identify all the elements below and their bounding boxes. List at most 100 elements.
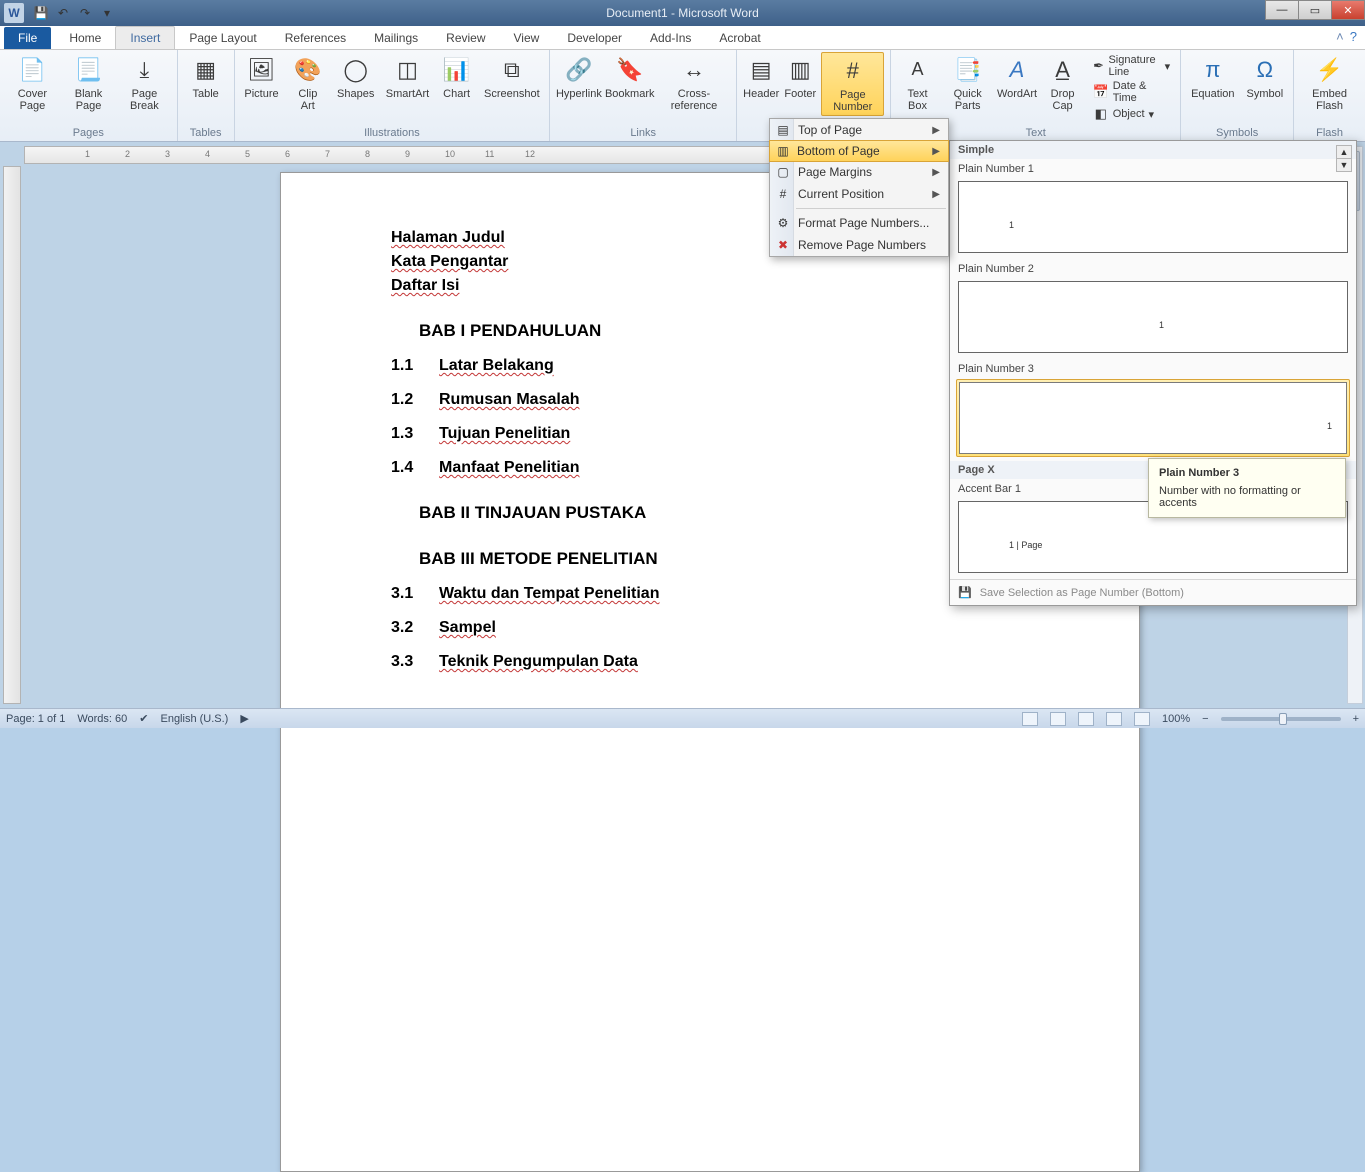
window-title: Document1 - Microsoft Word — [0, 6, 1365, 20]
menu-remove-page-numbers[interactable]: ✖Remove Page Numbers — [770, 234, 948, 256]
doc-heading: BAB I PENDAHULUAN — [419, 321, 1029, 341]
zoom-slider[interactable] — [1221, 717, 1341, 721]
menu-format-page-numbers[interactable]: ⚙Format Page Numbers... — [770, 212, 948, 234]
gallery-scroll-up[interactable]: ▲ — [1336, 145, 1352, 159]
status-page[interactable]: Page: 1 of 1 — [6, 713, 65, 725]
zoom-out-button[interactable]: − — [1202, 713, 1208, 725]
page-break-button[interactable]: ⤓Page Break — [118, 52, 170, 114]
page-number-button[interactable]: #Page Number — [821, 52, 884, 116]
tab-file[interactable]: File — [4, 27, 51, 49]
help-icon[interactable]: ? — [1350, 29, 1357, 44]
menu-bottom-of-page[interactable]: ▥Bottom of Page▶ — [769, 140, 949, 162]
redo-icon[interactable]: ↷ — [76, 4, 94, 22]
blank-page-button[interactable]: 📃Blank Page — [63, 52, 114, 114]
picture-button[interactable]: 🖼Picture — [241, 52, 283, 102]
signature-line-button[interactable]: ✒Signature Line ▾ — [1093, 54, 1170, 78]
tab-mailings[interactable]: Mailings — [360, 27, 432, 49]
quick-access-toolbar: 💾 ↶ ↷ ▾ — [28, 4, 116, 22]
date-time-button[interactable]: 📅Date & Time — [1093, 80, 1170, 104]
gallery-item-label: Plain Number 3 — [950, 359, 1356, 377]
gallery-plain-number-1[interactable]: 1 — [958, 181, 1348, 253]
screenshot-button[interactable]: ⧉Screenshot — [480, 52, 543, 102]
group-symbols: πEquation ΩSymbol Symbols — [1181, 50, 1294, 141]
menu-page-margins[interactable]: ▢Page Margins▶ — [770, 161, 948, 183]
dropcap-button[interactable]: A̲Drop Cap — [1040, 52, 1084, 114]
bookmark-button[interactable]: 🔖Bookmark — [606, 52, 654, 102]
symbol-button[interactable]: ΩSymbol — [1243, 52, 1288, 102]
textbox-button[interactable]: AText Box — [897, 52, 937, 114]
group-tables: ▦Table Tables — [178, 50, 235, 141]
group-flash: ⚡Embed Flash Flash — [1294, 50, 1365, 141]
tab-page-layout[interactable]: Page Layout — [175, 27, 270, 49]
ribbon: 📄Cover Page 📃Blank Page ⤓Page Break Page… — [0, 50, 1365, 142]
embed-flash-button[interactable]: ⚡Embed Flash — [1300, 52, 1359, 114]
status-bar: Page: 1 of 1 Words: 60 ✔ English (U.S.) … — [0, 708, 1365, 728]
minimize-ribbon-icon[interactable]: ˄ — [1336, 29, 1344, 44]
smartart-button[interactable]: ◫SmartArt — [382, 52, 433, 102]
gallery-item-label: Plain Number 1 — [950, 159, 1356, 177]
tab-review[interactable]: Review — [432, 27, 499, 49]
tab-home[interactable]: Home — [55, 27, 115, 49]
gallery-scroll-down[interactable]: ▼ — [1336, 158, 1352, 172]
menu-current-position[interactable]: #Current Position▶ — [770, 183, 948, 205]
view-print-layout-icon[interactable] — [1022, 712, 1038, 726]
minimize-button[interactable]: — — [1265, 0, 1299, 20]
undo-icon[interactable]: ↶ — [54, 4, 72, 22]
save-selection-icon: 💾 — [958, 586, 972, 599]
menu-top-of-page[interactable]: ▤Top of Page▶ — [770, 119, 948, 141]
doc-heading: BAB III METODE PENELITIAN — [419, 549, 1029, 569]
tab-insert[interactable]: Insert — [115, 26, 175, 49]
crossref-button[interactable]: ↔Cross-reference — [658, 52, 730, 114]
close-button[interactable]: ✕ — [1331, 0, 1365, 20]
status-words[interactable]: Words: 60 — [77, 713, 127, 725]
chart-button[interactable]: 📊Chart — [437, 52, 477, 102]
page-number-menu: ▤Top of Page▶ ▥Bottom of Page▶ ▢Page Mar… — [769, 118, 949, 257]
table-button[interactable]: ▦Table — [184, 52, 228, 102]
ribbon-tab-strip: File Home Insert Page Layout References … — [0, 26, 1365, 50]
proofing-icon[interactable]: ✔ — [139, 712, 148, 725]
status-zoom[interactable]: 100% — [1162, 713, 1190, 725]
cover-page-button[interactable]: 📄Cover Page — [6, 52, 59, 114]
doc-text: Daftar Isi — [391, 277, 459, 294]
clipart-button[interactable]: 🎨Clip Art — [286, 52, 329, 114]
quickparts-button[interactable]: 📑Quick Parts — [942, 52, 994, 114]
header-button[interactable]: ▤Header — [743, 52, 779, 102]
page-number-gallery: ▲ ▼ Simple Plain Number 1 1 Plain Number… — [949, 140, 1357, 606]
group-links: 🔗Hyperlink 🔖Bookmark ↔Cross-reference Li… — [550, 50, 737, 141]
tab-addins[interactable]: Add-Ins — [636, 27, 705, 49]
equation-button[interactable]: πEquation — [1187, 52, 1238, 102]
qat-more-icon[interactable]: ▾ — [98, 4, 116, 22]
gallery-save-selection: 💾 Save Selection as Page Number (Bottom) — [950, 579, 1356, 605]
doc-text: Halaman Judul — [391, 229, 505, 246]
footer-button[interactable]: ▥Footer — [783, 52, 817, 102]
view-full-screen-icon[interactable] — [1050, 712, 1066, 726]
gallery-item-label: Plain Number 2 — [950, 259, 1356, 277]
vertical-ruler[interactable] — [3, 166, 21, 704]
wordart-button[interactable]: AWordArt — [998, 52, 1037, 102]
hyperlink-button[interactable]: 🔗Hyperlink — [556, 52, 601, 102]
window-controls: — ▭ ✕ — [1266, 0, 1365, 20]
gallery-plain-number-3[interactable]: 1 — [956, 379, 1350, 457]
gallery-header: Simple — [950, 141, 1356, 159]
tooltip-title: Plain Number 3 — [1159, 467, 1335, 479]
macro-icon[interactable]: ▶ — [240, 712, 248, 725]
save-icon[interactable]: 💾 — [32, 4, 50, 22]
doc-heading: BAB II TINJAUAN PUSTAKA — [419, 503, 1029, 523]
tab-view[interactable]: View — [500, 27, 554, 49]
status-language[interactable]: English (U.S.) — [160, 713, 228, 725]
view-outline-icon[interactable] — [1106, 712, 1122, 726]
tab-acrobat[interactable]: Acrobat — [705, 27, 774, 49]
tab-developer[interactable]: Developer — [553, 27, 636, 49]
zoom-in-button[interactable]: + — [1353, 713, 1359, 725]
gallery-plain-number-2[interactable]: 1 — [958, 281, 1348, 353]
tab-references[interactable]: References — [271, 27, 360, 49]
tooltip-body: Number with no formatting or accents — [1159, 485, 1335, 509]
doc-text: Kata Pengantar — [391, 253, 508, 270]
view-web-layout-icon[interactable] — [1078, 712, 1094, 726]
tooltip: Plain Number 3 Number with no formatting… — [1148, 458, 1346, 518]
word-icon: W — [4, 3, 24, 23]
maximize-button[interactable]: ▭ — [1298, 0, 1332, 20]
shapes-button[interactable]: ◯Shapes — [333, 52, 378, 102]
object-button[interactable]: ◧Object ▾ — [1093, 106, 1170, 122]
view-draft-icon[interactable] — [1134, 712, 1150, 726]
